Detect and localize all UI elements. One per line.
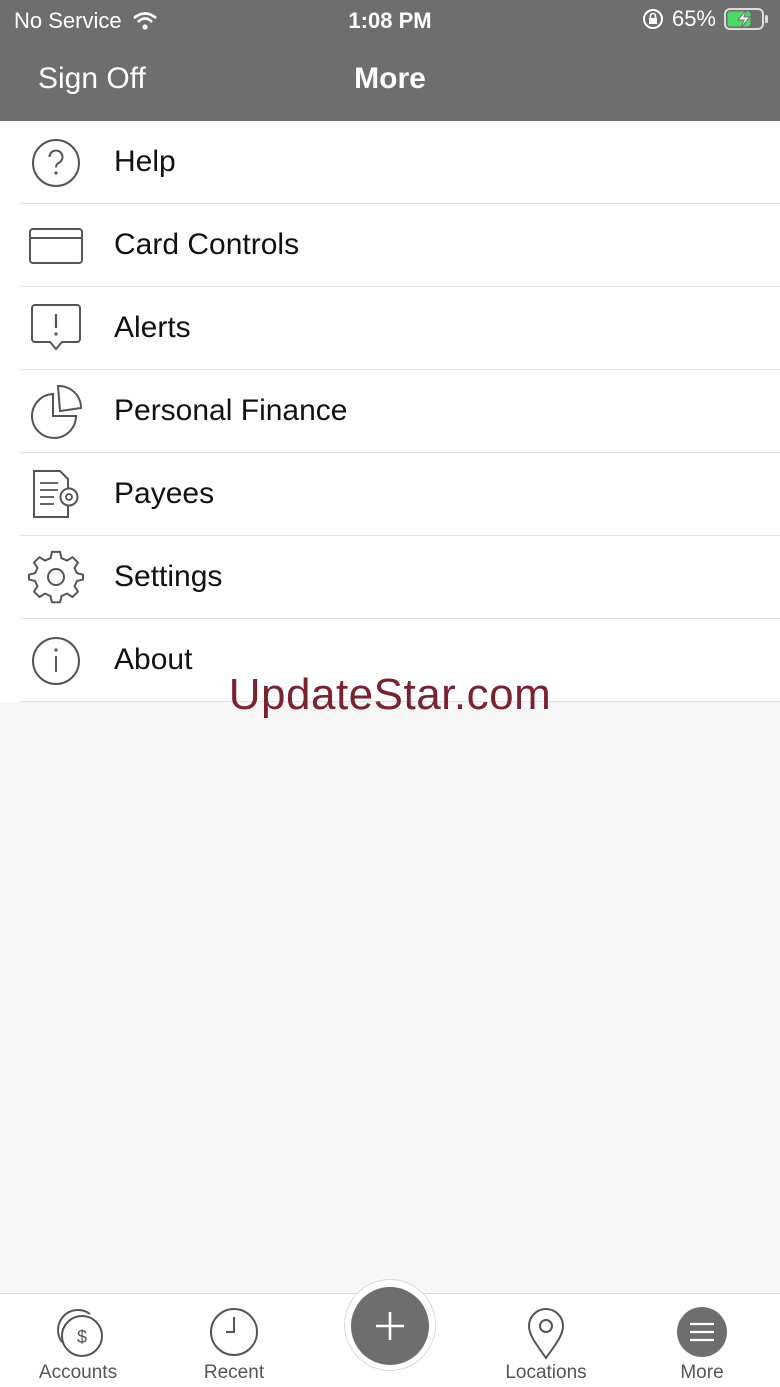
pie-chart-icon — [31, 384, 83, 439]
tab-label: Locations — [505, 1362, 587, 1383]
menu-label: Help — [114, 145, 176, 178]
credit-card-icon — [29, 228, 83, 264]
status-bar: No Service 1:08 PM 65% — [0, 0, 780, 40]
svg-text:$: $ — [77, 1327, 87, 1347]
menu-item-alerts[interactable]: Alerts — [0, 287, 780, 370]
menu-list: Help Card Controls Alerts Personal Finan… — [0, 121, 780, 702]
accounts-icon: $ — [57, 1309, 103, 1357]
tab-accounts[interactable]: $ Accounts — [0, 1294, 156, 1387]
tab-recent[interactable]: Recent — [156, 1294, 312, 1387]
help-icon — [32, 139, 80, 187]
status-right: 65% — [642, 6, 770, 32]
tab-label: Accounts — [38, 1362, 118, 1383]
menu-label: Payees — [114, 477, 215, 510]
add-button[interactable] — [351, 1287, 429, 1365]
menu-item-personal-finance[interactable]: Personal Finance — [0, 370, 780, 453]
menu-item-help[interactable]: Help — [0, 121, 780, 204]
tab-label: More — [680, 1362, 724, 1383]
page-title: More — [354, 62, 426, 95]
menu-label: Card Controls — [114, 228, 300, 261]
tab-more[interactable]: More — [624, 1294, 780, 1387]
menu-item-settings[interactable]: Settings — [0, 536, 780, 619]
battery-charging-icon — [724, 8, 768, 30]
orientation-lock-icon — [642, 9, 663, 29]
menu-label: Settings — [114, 560, 223, 593]
tab-locations[interactable]: Locations — [468, 1294, 624, 1387]
location-pin-icon — [527, 1308, 565, 1360]
nav-bar: Sign Off More — [0, 40, 780, 121]
menu-item-card-controls[interactable]: Card Controls — [0, 204, 780, 287]
alert-bubble-icon — [31, 304, 81, 351]
plus-icon — [376, 1312, 404, 1340]
menu-label: Personal Finance — [114, 394, 348, 427]
tab-label: Recent — [203, 1362, 265, 1383]
payees-list-icon — [33, 470, 79, 518]
menu-item-payees[interactable]: Payees — [0, 453, 780, 536]
battery-percent: 65% — [671, 6, 716, 31]
menu-icon — [677, 1307, 727, 1357]
gear-icon — [28, 550, 84, 604]
clock-icon — [210, 1308, 258, 1356]
menu-label: Alerts — [114, 311, 191, 344]
watermark-text: UpdateStar.com — [228, 670, 552, 719]
